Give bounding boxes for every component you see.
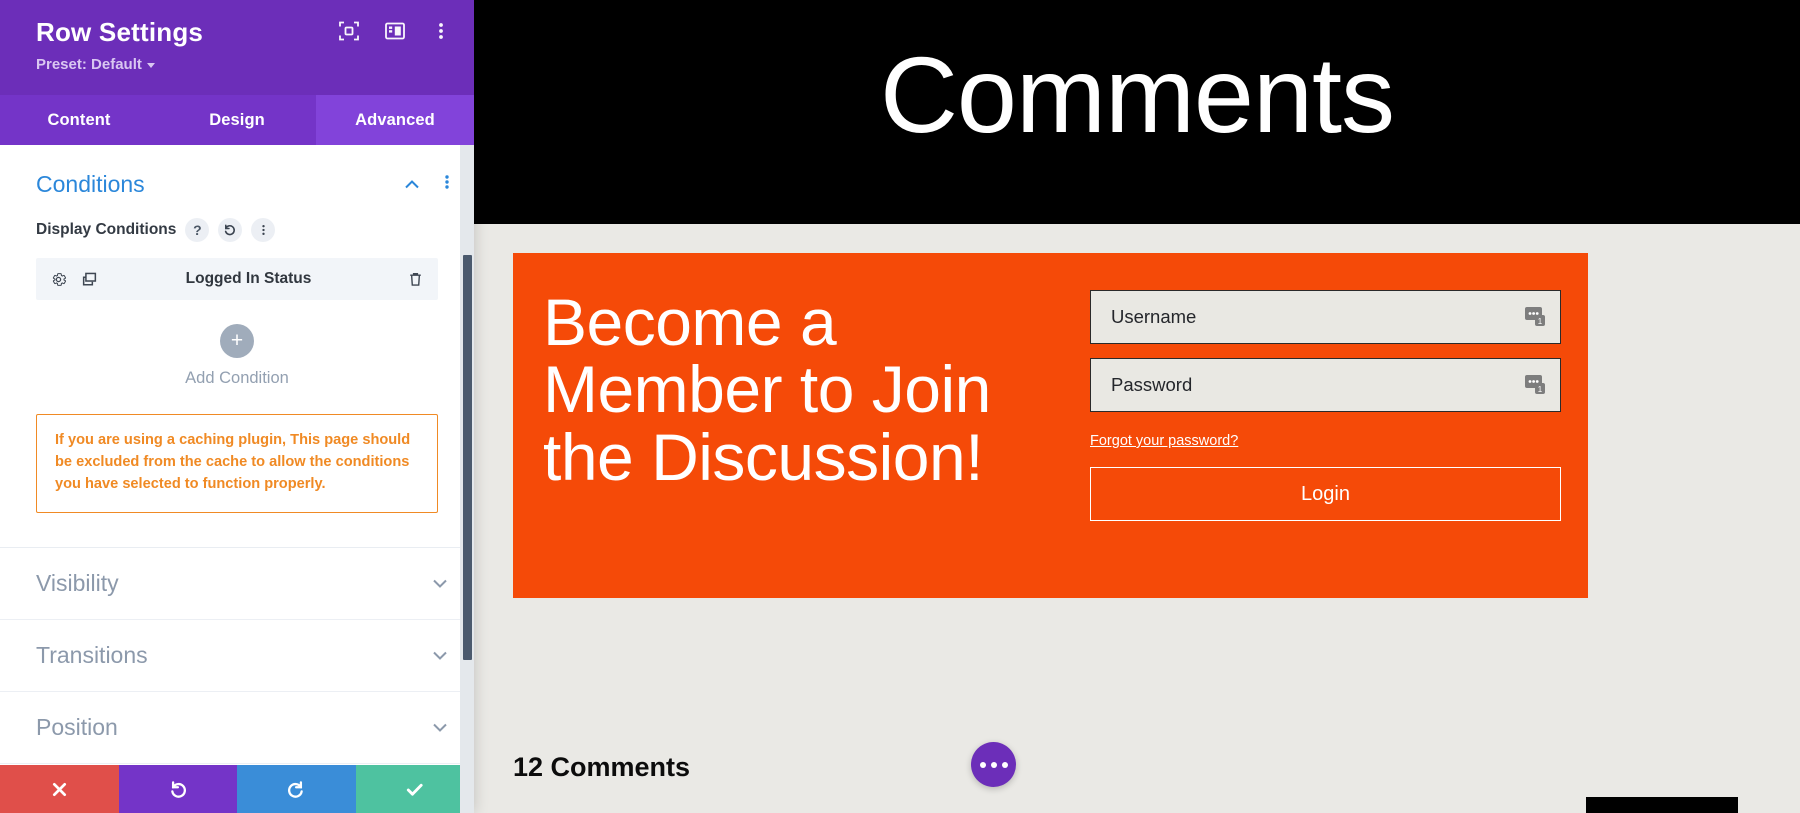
reset-icon[interactable] (218, 218, 243, 242)
undo-button[interactable] (118, 765, 237, 813)
password-manager-icon[interactable]: 1 (1524, 374, 1548, 396)
tab-advanced[interactable]: Advanced (316, 95, 474, 145)
fab-dot (990, 761, 997, 768)
tab-design[interactable]: Design (158, 95, 316, 145)
gear-icon[interactable] (50, 271, 67, 288)
caching-warning-text: If you are using a caching plugin, This … (55, 432, 411, 493)
bottom-black-strip (1586, 797, 1738, 813)
trash-icon[interactable] (407, 271, 424, 288)
sidebar-section-visibility[interactable]: Visibility (0, 548, 474, 620)
password-placeholder: Password (1111, 374, 1193, 395)
username-placeholder: Username (1111, 306, 1197, 327)
field-kebab-icon[interactable] (251, 218, 276, 242)
focus-icon[interactable] (338, 20, 360, 42)
help-icon[interactable]: ? (185, 218, 210, 242)
row-settings-panel: Row Settings Preset: Default Content Des… (0, 0, 474, 813)
duplicate-icon[interactable] (81, 271, 98, 288)
forgot-password-link[interactable]: Forgot your password? (1090, 433, 1238, 449)
conditions-section-header[interactable]: Conditions (0, 145, 474, 216)
condition-item-row[interactable]: Logged In Status (36, 258, 438, 300)
tab-content[interactable]: Content (0, 95, 158, 145)
caching-warning-box: If you are using a caching plugin, This … (36, 414, 438, 513)
layout-columns-icon[interactable] (384, 20, 406, 42)
page-hero: Comments (474, 0, 1800, 224)
add-condition-label: Add Condition (185, 369, 289, 387)
svg-text:1: 1 (1538, 317, 1543, 326)
kebab-menu-icon[interactable] (430, 20, 452, 42)
conditions-section-title: Conditions (36, 171, 145, 197)
panel-header: Row Settings Preset: Default (0, 0, 474, 95)
panel-preset-selector[interactable]: Preset: Default (36, 56, 452, 73)
position-section-title: Position (36, 713, 118, 740)
plus-icon[interactable]: + (220, 324, 254, 358)
comments-heading: 12 Comments (513, 752, 691, 782)
fab-dot (1001, 761, 1008, 768)
login-button[interactable]: Login (1090, 467, 1561, 521)
membership-promo-block: Become a Member to Join the Discussion! … (513, 253, 1588, 598)
page-preview: Comments Become a Member to Join the Dis… (474, 0, 1800, 813)
chevron-down-icon[interactable] (430, 645, 450, 665)
panel-tabs: Content Design Advanced (0, 95, 474, 145)
add-condition-control[interactable]: + Add Condition (0, 324, 474, 388)
sidebar-section-position[interactable]: Position (0, 692, 474, 764)
display-conditions-label: Display Conditions (36, 221, 177, 238)
svg-text:1: 1 (1538, 385, 1543, 394)
condition-name: Logged In Status (185, 270, 312, 287)
chevron-down-icon[interactable] (430, 573, 450, 593)
panel-header-icons (338, 20, 452, 42)
fab-dot (979, 761, 986, 768)
panel-body: Conditions Display Conditions ? Logged I… (0, 145, 474, 765)
username-input[interactable]: Username 1 (1090, 290, 1561, 344)
chevron-down-icon (146, 62, 155, 68)
chevron-down-icon[interactable] (430, 717, 450, 737)
redo-button[interactable] (237, 765, 356, 813)
panel-preset-label: Preset: Default (36, 55, 142, 73)
display-conditions-label-row: Display Conditions ? (0, 218, 474, 242)
password-input[interactable]: Password 1 (1090, 358, 1561, 412)
screen-root: Comments Become a Member to Join the Dis… (0, 0, 1800, 813)
save-button[interactable] (355, 765, 474, 813)
chevron-up-icon[interactable] (402, 175, 422, 195)
more-options-fab[interactable] (971, 742, 1016, 787)
panel-footer (0, 765, 474, 813)
transitions-section-title: Transitions (36, 641, 148, 668)
password-manager-icon[interactable]: 1 (1524, 306, 1548, 328)
condition-row-left-icons (50, 271, 98, 288)
panel-scrollbar[interactable] (460, 145, 474, 813)
login-form: Username 1 Password 1 Forgot your passwo… (1073, 253, 1588, 598)
sidebar-section-transitions[interactable]: Transitions (0, 620, 474, 692)
promo-text-column: Become a Member to Join the Discussion! (513, 253, 1073, 598)
page-title: Comments (879, 34, 1395, 155)
panel-scrollbar-thumb[interactable] (463, 255, 472, 660)
visibility-section-title: Visibility (36, 569, 119, 596)
promo-heading: Become a Member to Join the Discussion! (543, 285, 991, 494)
conditions-kebab-icon[interactable] (444, 172, 450, 197)
cancel-button[interactable] (0, 765, 119, 813)
